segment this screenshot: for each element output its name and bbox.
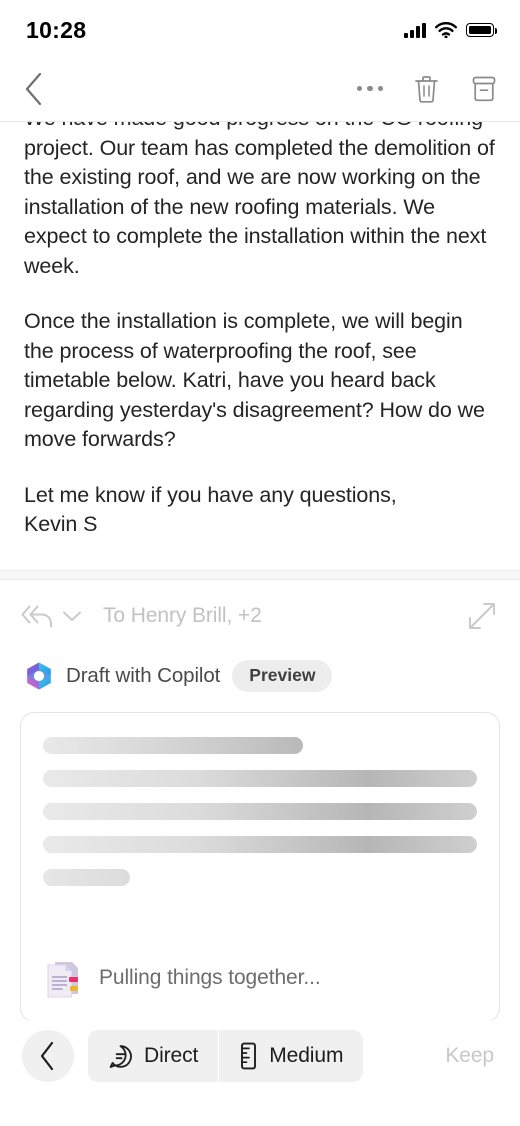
chevron-left-icon — [25, 72, 42, 105]
nav-actions — [356, 74, 499, 104]
trash-icon — [415, 75, 438, 103]
generation-status: Pulling things together... — [43, 957, 321, 999]
chevron-left-icon — [40, 1041, 54, 1071]
email-body-content: We have made good progress on the CG roo… — [24, 122, 496, 570]
keep-button[interactable]: Keep — [445, 1044, 498, 1068]
tone-option-button[interactable]: Direct — [88, 1030, 218, 1082]
generation-status-text: Pulling things together... — [99, 966, 321, 989]
copilot-title: Draft with Copilot — [66, 664, 221, 687]
more-options-button[interactable] — [356, 85, 383, 92]
skeleton-line — [43, 737, 304, 754]
email-body-scroll[interactable]: We have made good progress on the CG roo… — [0, 122, 520, 570]
status-time: 10:28 — [26, 16, 87, 43]
length-option-label: Medium — [269, 1044, 344, 1067]
copilot-header: Draft with Copilot Preview — [0, 652, 520, 700]
email-paragraph: Once the installation is complete, we wi… — [24, 309, 485, 451]
cellular-signal-icon — [404, 22, 426, 38]
email-paragraph: We have made good progress on the CG roo… — [24, 122, 495, 278]
documents-icon — [47, 962, 78, 998]
back-button[interactable] — [24, 72, 44, 106]
battery-full-icon — [466, 23, 498, 37]
reply-options-button[interactable] — [61, 608, 83, 624]
speech-bubble-icon — [109, 1044, 132, 1068]
reply-controls — [20, 603, 83, 629]
preview-badge: Preview — [232, 660, 333, 692]
draft-options-segmented-control: Direct Medium — [88, 1030, 364, 1082]
expand-diagonal-icon — [469, 603, 495, 629]
archive-button[interactable] — [470, 74, 498, 104]
email-nav-bar — [0, 56, 520, 122]
tone-option-label: Direct — [144, 1044, 199, 1067]
archive-icon — [472, 76, 496, 101]
copilot-logo-icon — [27, 662, 51, 690]
ruler-icon — [241, 1042, 257, 1070]
reply-bar: To Henry Brill, +2 — [0, 580, 520, 652]
reply-all-icon — [21, 605, 52, 628]
email-signature: Let me know if you have any questions, K… — [24, 482, 397, 537]
skeleton-line — [43, 803, 477, 820]
skeleton-line — [43, 770, 477, 787]
chevron-down-icon — [63, 611, 81, 621]
skeleton-line — [43, 836, 477, 853]
section-divider — [0, 570, 520, 580]
reply-all-button[interactable] — [20, 603, 54, 629]
copilot-toolbar: Direct Medium Keep — [0, 1020, 520, 1126]
recipients-field[interactable]: To Henry Brill, +2 — [103, 604, 466, 628]
wifi-icon — [435, 22, 457, 38]
skeleton-line — [43, 869, 130, 886]
ellipsis-icon — [356, 85, 383, 92]
status-indicators — [404, 18, 498, 38]
copilot-draft-card[interactable]: Pulling things together... — [20, 712, 500, 1022]
length-option-button[interactable]: Medium — [219, 1030, 363, 1082]
expand-compose-button[interactable] — [466, 600, 498, 632]
toolbar-back-button[interactable] — [22, 1030, 74, 1082]
delete-button[interactable] — [413, 74, 440, 104]
status-bar: 10:28 — [0, 0, 520, 56]
